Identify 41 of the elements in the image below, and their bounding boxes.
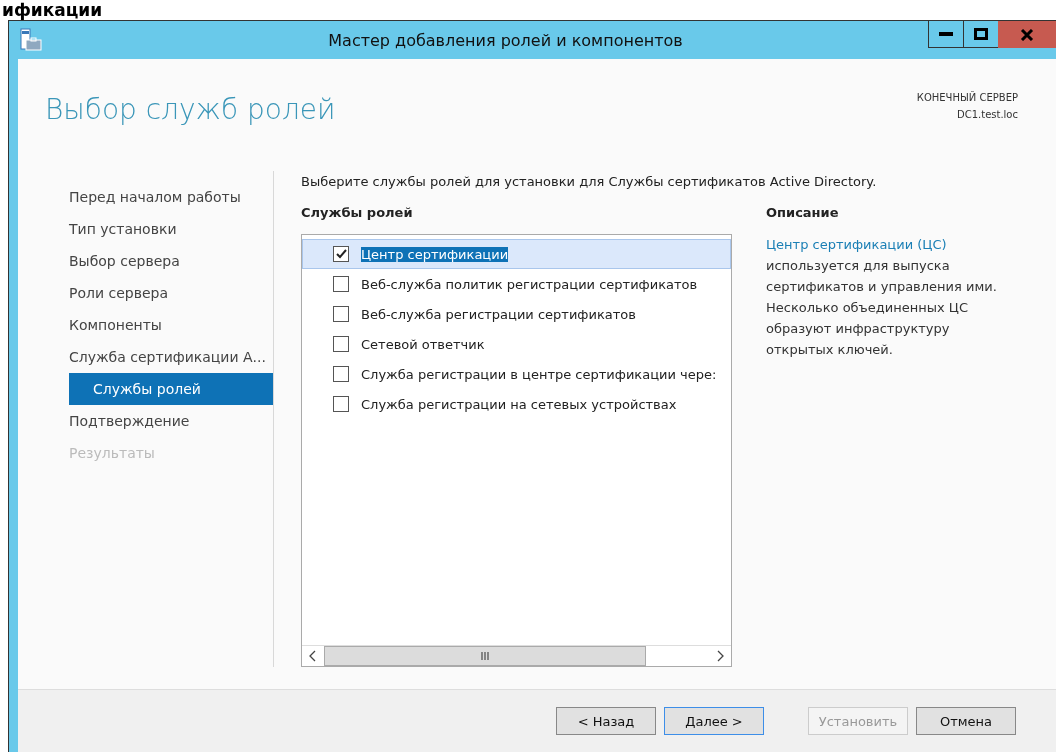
list-row[interactable]: Сетевой ответчик (302, 329, 731, 359)
wizard-button[interactable]: < Назад (556, 707, 656, 735)
description-text: используется для выпуска сертификатов и управления ими. Несколько объединенных ЦС образуют инфраструктуру открытых ключей. (766, 257, 998, 359)
server-toolbox-icon (20, 28, 42, 52)
checkbox[interactable] (333, 246, 349, 262)
wizard-step[interactable]: Роли сервера (69, 277, 273, 309)
checkbox[interactable] (333, 396, 349, 412)
target-server-label: КОНЕЧНЫЙ СЕРВЕР (916, 90, 1018, 105)
wizard-step[interactable]: Службы ролей (69, 373, 273, 405)
checkbox[interactable] (333, 276, 349, 292)
wizard-button[interactable]: Отмена (916, 707, 1016, 735)
checkbox[interactable] (333, 306, 349, 322)
horizontal-scrollbar[interactable] (302, 645, 731, 666)
wizard-step[interactable]: Перед началом работы (69, 181, 273, 213)
description-link[interactable]: Центр сертификации (ЦС) (766, 234, 1042, 255)
scrollbar-thumb[interactable] (324, 646, 646, 666)
role-services-heading: Службы ролей (301, 205, 414, 220)
page-title: Выбор служб ролей (45, 93, 336, 128)
wizard-step[interactable]: Тип установки (69, 213, 273, 245)
list-row[interactable]: Служба регистрации в центре сертификации чере: (302, 359, 731, 389)
list-row[interactable]: Служба регистрации на сетевых устройствах (302, 389, 731, 419)
list-row[interactable]: Центр сертификации (302, 239, 731, 269)
minimize-icon (939, 32, 953, 36)
list-row[interactable]: Веб-служба регистрации сертификатов (302, 299, 731, 329)
description-heading: Описание (766, 205, 840, 220)
checkbox[interactable] (333, 336, 349, 352)
wizard-step[interactable]: Компоненты (69, 309, 273, 341)
close-button[interactable] (998, 21, 1056, 48)
instruction-text: Выберите службы ролей для установки для Службы сертификатов Active Directory. (301, 173, 878, 189)
wizard-button[interactable]: Далее > (664, 707, 764, 735)
window-title: Мастер добавления ролей и компонентов (327, 30, 684, 50)
background-heading-fragment: ификации (1, 0, 104, 20)
wizard-step[interactable]: Подтверждение (69, 405, 273, 437)
target-server-name: DC1.test.loc (956, 108, 1018, 122)
maximize-icon (974, 28, 988, 40)
checkbox[interactable] (333, 366, 349, 382)
list-row[interactable]: Веб-служба политик регистрации сертификатов (302, 269, 731, 299)
wizard-step[interactable]: Служба сертификации А... (69, 341, 273, 373)
minimize-button[interactable] (928, 21, 964, 48)
wizard-step[interactable]: Выбор сервера (69, 245, 273, 277)
close-icon (1020, 28, 1034, 41)
